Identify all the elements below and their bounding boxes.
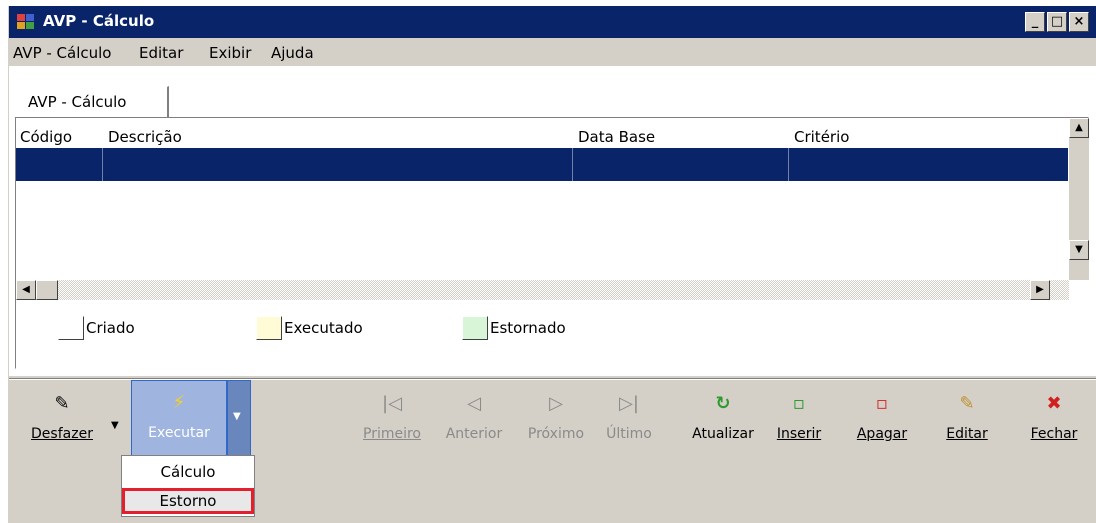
menu-item-estorno[interactable]: Estorno <box>122 488 254 514</box>
scroll-right-icon[interactable]: ▶ <box>1030 280 1050 300</box>
fechar-label: Fechar <box>1030 426 1078 442</box>
col-codigo[interactable]: Código <box>20 128 72 146</box>
first-record-icon: |◁ <box>382 393 402 414</box>
scroll-down-icon[interactable]: ▼ <box>1069 240 1089 260</box>
executar-dropdown-button[interactable]: ▼ <box>227 380 251 462</box>
col-data-base[interactable]: Data Base <box>578 128 655 146</box>
menu-bar: AVP - Cálculo Editar Exibir Ajuda <box>9 38 1096 66</box>
horizontal-scrollbar[interactable]: ◀ ▶ <box>16 280 1069 300</box>
legend-swatch-criado <box>58 316 84 340</box>
refresh-icon: ↻ <box>715 393 731 414</box>
cell-divider <box>788 148 789 181</box>
proximo-button[interactable]: ▷ Próximo <box>521 386 591 466</box>
menu-avp-calculo[interactable]: AVP - Cálculo <box>13 44 112 62</box>
window-title: AVP - Cálculo <box>43 12 155 30</box>
edit-icon: ✎ <box>959 393 975 414</box>
proximo-label: Próximo <box>527 426 585 442</box>
tab-avp-calculo[interactable]: AVP - Cálculo <box>15 86 169 118</box>
executar-label: Executar <box>148 425 210 441</box>
legend-label: Criado <box>86 319 135 337</box>
vertical-scrollbar[interactable]: ▲ ▼ <box>1069 118 1089 280</box>
app-icon <box>17 14 35 30</box>
col-descricao[interactable]: Descrição <box>108 128 182 146</box>
legend-estornado: Estornado <box>462 316 566 342</box>
insert-icon: ▫ <box>792 393 806 414</box>
legend-executado: Executado <box>256 316 363 342</box>
ultimo-button[interactable]: ▷| Último <box>601 386 657 466</box>
legend-label: Estornado <box>490 319 566 337</box>
undo-icon: ✎ <box>54 393 70 414</box>
delete-icon: ▫ <box>875 393 889 414</box>
desfazer-button[interactable]: ✎ Desfazer <box>17 386 107 466</box>
apagar-label: Apagar <box>856 426 908 442</box>
inserir-button[interactable]: ▫ Inserir <box>771 386 827 466</box>
horizontal-scroll-thumb[interactable] <box>36 280 58 300</box>
next-record-icon: ▷ <box>549 393 563 414</box>
inserir-label: Inserir <box>776 426 822 442</box>
editar-label: Editar <box>946 426 988 442</box>
tab-panel: Código Descrição Data Base Critério ▲ ▼ … <box>15 117 1089 369</box>
legend-swatch-executado <box>256 316 282 340</box>
last-record-icon: ▷| <box>619 393 639 414</box>
content-area: AVP - Cálculo Código Descrição Data Base… <box>9 66 1096 376</box>
desfazer-dropdown-icon[interactable]: ▼ <box>111 420 119 431</box>
previous-record-icon: ◁ <box>467 393 481 414</box>
editar-button[interactable]: ✎ Editar <box>939 386 995 466</box>
legend-swatch-estornado <box>462 316 488 340</box>
primeiro-label: Primeiro <box>363 426 421 442</box>
legend-label: Executado <box>284 319 363 337</box>
fechar-button[interactable]: ✖ Fechar <box>1021 386 1087 466</box>
menu-item-calculo[interactable]: Cálculo <box>122 460 254 486</box>
cell-divider <box>572 148 573 181</box>
executar-dropdown-menu: Cálculo Estorno <box>121 455 255 517</box>
close-icon: ✖ <box>1046 393 1062 414</box>
table-row-selected[interactable] <box>16 148 1068 181</box>
desfazer-label: Desfazer <box>31 426 93 442</box>
menu-ajuda[interactable]: Ajuda <box>271 44 314 62</box>
app-window: AVP - Cálculo _ □ × AVP - Cálculo Editar… <box>8 6 1096 523</box>
legend-criado: Criado <box>58 316 135 342</box>
status-legend: Criado Executado Estornado <box>16 308 1068 352</box>
menu-editar[interactable]: Editar <box>139 44 183 62</box>
menu-exibir[interactable]: Exibir <box>209 44 251 62</box>
apagar-button[interactable]: ▫ Apagar <box>849 386 915 466</box>
title-bar[interactable]: AVP - Cálculo _ □ × <box>9 6 1096 38</box>
cell-divider <box>102 148 103 181</box>
chevron-down-icon: ▼ <box>233 411 241 422</box>
atualizar-button[interactable]: ↻ Atualizar <box>685 386 761 466</box>
scroll-up-icon[interactable]: ▲ <box>1069 118 1089 138</box>
minimize-button[interactable]: _ <box>1025 12 1045 32</box>
anterior-label: Anterior <box>445 426 503 442</box>
anterior-button[interactable]: ◁ Anterior <box>437 386 511 466</box>
lightning-icon: ⚡ <box>172 392 186 413</box>
maximize-button[interactable]: □ <box>1047 12 1067 32</box>
scroll-left-icon[interactable]: ◀ <box>16 280 36 300</box>
col-criterio[interactable]: Critério <box>794 128 849 146</box>
ultimo-label: Último <box>606 426 652 442</box>
close-window-button[interactable]: × <box>1069 12 1089 32</box>
primeiro-button[interactable]: |◁ Primeiro <box>357 386 427 466</box>
atualizar-label: Atualizar <box>692 426 754 442</box>
executar-button[interactable]: ⚡ Executar <box>131 380 227 462</box>
